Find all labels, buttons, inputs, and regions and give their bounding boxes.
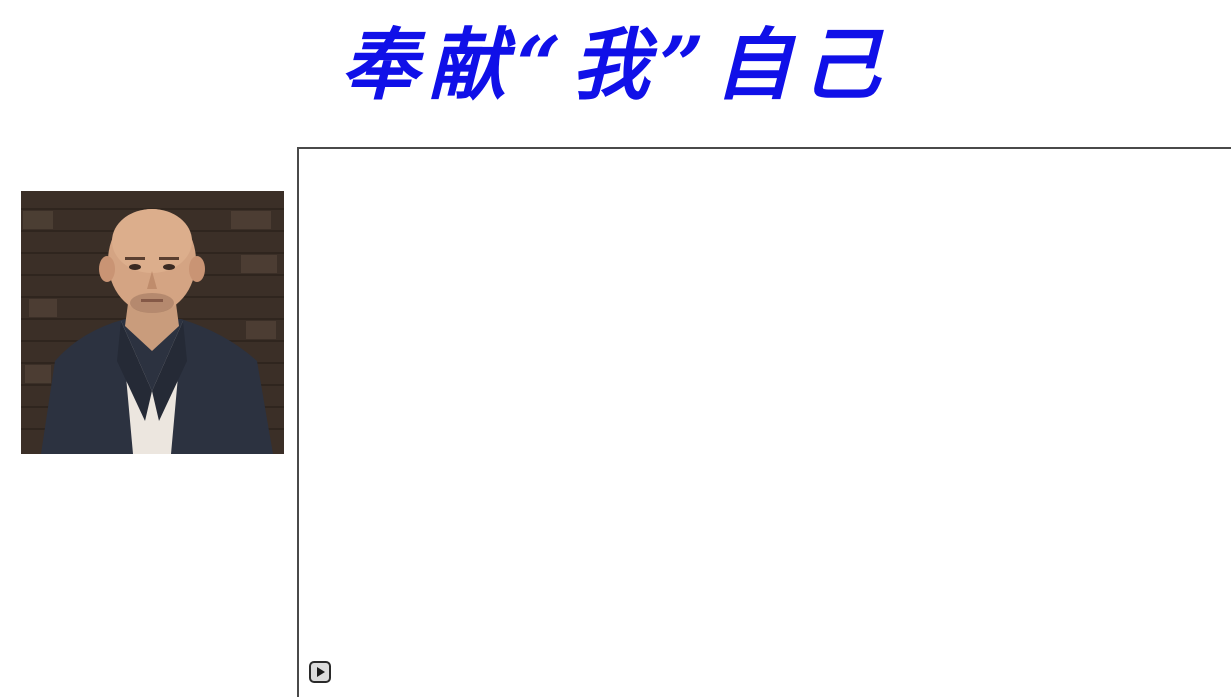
content-frame	[297, 147, 1231, 697]
page-title: 奉献“我”自己	[340, 20, 891, 111]
portrait-photo	[21, 191, 284, 454]
play-button[interactable]	[309, 661, 331, 683]
play-icon	[317, 667, 325, 677]
